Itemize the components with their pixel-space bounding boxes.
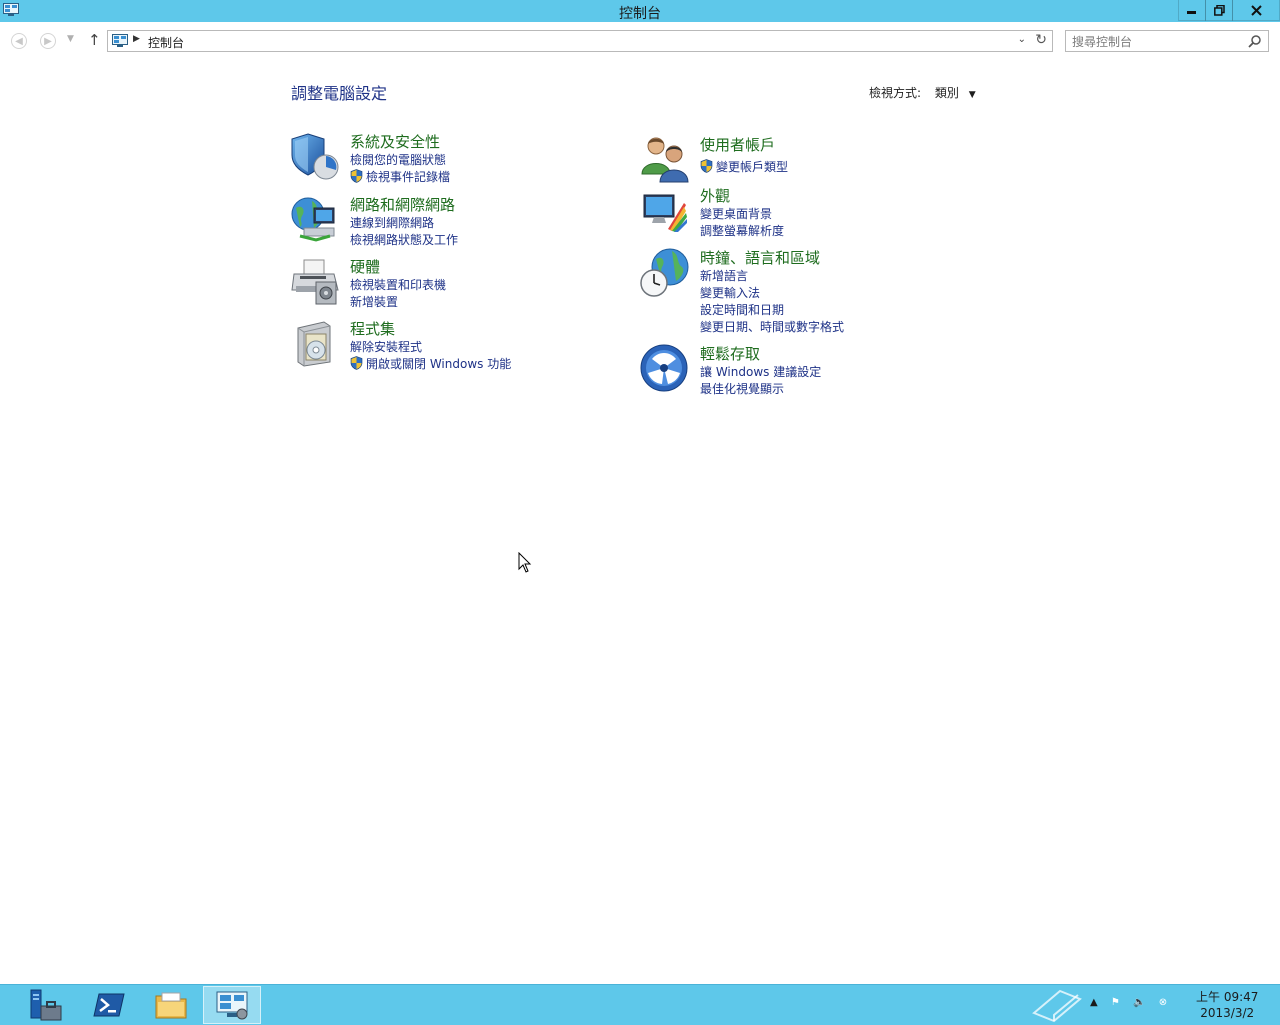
recent-locations-dropdown[interactable]: ▼ (67, 34, 74, 44)
link-turn-windows-features[interactable]: 開啟或關閉 Windows 功能 (350, 355, 511, 372)
link-set-time-date[interactable]: 設定時間和日期 (700, 301, 784, 318)
uac-shield-icon (350, 356, 363, 370)
category-heading-hardware[interactable]: 硬體 (350, 256, 380, 277)
clock-globe-icon (640, 248, 689, 297)
ease-of-access-icon (640, 344, 688, 392)
minimize-icon (1187, 11, 1196, 14)
system-tray: ▲ ⚑ 🔈 ⊗ (1090, 997, 1167, 1008)
forward-button[interactable]: ▶ (40, 33, 56, 49)
close-button[interactable] (1232, 0, 1280, 21)
search-input[interactable] (1070, 32, 1244, 52)
taskbar-powershell[interactable] (80, 986, 138, 1024)
category-heading-network-internet[interactable]: 網路和網際網路 (350, 194, 455, 215)
link-label: 檢視事件記錄檔 (366, 170, 451, 184)
breadcrumb-separator-icon[interactable]: ▶ (133, 34, 140, 44)
view-by-label: 檢視方式: (869, 86, 922, 100)
category-heading-clock-language-region[interactable]: 時鐘、語言和區域 (700, 247, 820, 268)
control-panel-icon (216, 991, 248, 1020)
restore-button[interactable] (1205, 0, 1233, 21)
category-heading-system-security[interactable]: 系統及安全性 (350, 131, 440, 152)
category-ease-of-access: 輕鬆存取 讓 Windows 建議設定 最佳化視覺顯示 (640, 343, 940, 398)
back-arrow-icon: ◀ (15, 35, 23, 47)
printer-icon (291, 259, 339, 305)
restore-icon (1213, 4, 1225, 16)
link-change-input-method[interactable]: 變更輸入法 (700, 284, 760, 301)
category-heading-programs[interactable]: 程式集 (350, 318, 395, 339)
category-network-internet: 網路和網際網路 連線到網際網路 檢視網路狀態及工作 (290, 194, 590, 249)
security-shield-icon (291, 133, 339, 180)
category-hardware: 硬體 檢視裝置和印表機 新增裝置 (290, 256, 590, 311)
network-icon[interactable]: ⊗ (1159, 997, 1167, 1008)
link-uninstall-program[interactable]: 解除安裝程式 (350, 338, 422, 355)
address-dropdown-icon[interactable]: ⌄ (1018, 34, 1026, 45)
clock-date: 2013/3/2 (1200, 1006, 1255, 1020)
programs-icon (297, 321, 331, 367)
refresh-icon[interactable]: ↻ (1035, 32, 1047, 48)
taskbar-file-explorer[interactable] (142, 986, 200, 1024)
link-change-date-time-number-format[interactable]: 變更日期、時間或數字格式 (700, 318, 844, 335)
category-heading-ease-of-access[interactable]: 輕鬆存取 (700, 343, 760, 364)
category-system-security: 系統及安全性 檢閱您的電腦狀態 檢視事件記錄檔 (290, 131, 590, 186)
category-heading-appearance[interactable]: 外觀 (700, 185, 730, 206)
taskbar-server-manager[interactable] (16, 986, 74, 1024)
control-panel-icon (112, 34, 128, 47)
taskbar-clock[interactable]: 上午 09:47 2013/3/2 (1196, 989, 1258, 1021)
view-by-dropdown[interactable]: 類別 (935, 86, 959, 100)
dropdown-arrow-icon[interactable]: ▼ (969, 90, 976, 100)
up-arrow-icon: ↑ (88, 31, 101, 49)
action-center-icon[interactable]: ⚑ (1111, 997, 1120, 1008)
link-change-account-type[interactable]: 變更帳戶類型 (700, 158, 788, 175)
category-programs: 程式集 解除安裝程式 開啟或關閉 Windows 功能 (290, 318, 620, 373)
link-label: 變更帳戶類型 (716, 160, 789, 174)
server-manager-icon (30, 989, 62, 1021)
link-view-network-status[interactable]: 檢視網路狀態及工作 (350, 231, 458, 248)
navigation-bar: ◀ ▶ ▼ ↑ ▶ 控制台 ⌄ ↻ (0, 22, 1280, 60)
folder-icon (155, 992, 187, 1019)
mouse-cursor-icon (518, 552, 532, 573)
clock-time: 上午 09:47 (1196, 990, 1259, 1004)
view-by-control: 檢視方式: 類別 ▼ (869, 84, 976, 101)
taskbar: ▲ ⚑ 🔈 ⊗ 上午 09:47 2013/3/2 (0, 984, 1280, 1025)
uac-shield-icon (350, 169, 363, 183)
close-icon (1250, 4, 1262, 16)
network-globe-icon (291, 197, 335, 242)
link-optimize-visual-display[interactable]: 最佳化視覺顯示 (700, 380, 784, 397)
minimize-button[interactable] (1178, 0, 1206, 21)
link-label: 開啟或關閉 Windows 功能 (366, 357, 512, 371)
volume-icon[interactable]: 🔈 (1133, 997, 1145, 1008)
back-button[interactable]: ◀ (11, 33, 27, 49)
link-let-windows-suggest[interactable]: 讓 Windows 建議設定 (700, 363, 821, 380)
search-box[interactable] (1065, 30, 1269, 52)
category-appearance: 外觀 變更桌面背景 調整螢幕解析度 (640, 185, 940, 240)
link-adjust-screen-resolution[interactable]: 調整螢幕解析度 (700, 222, 784, 239)
show-hidden-icons-icon[interactable]: ▲ (1090, 997, 1098, 1008)
title-bar: 控制台 (0, 0, 1280, 22)
address-bar[interactable]: ▶ 控制台 ⌄ ↻ (107, 30, 1053, 52)
window-title: 控制台 (619, 6, 661, 22)
breadcrumb[interactable]: 控制台 (148, 34, 184, 51)
category-heading-user-accounts[interactable]: 使用者帳戶 (700, 134, 775, 155)
forward-arrow-icon: ▶ (44, 35, 52, 47)
link-change-desktop-background[interactable]: 變更桌面背景 (700, 205, 772, 222)
users-icon (641, 137, 689, 183)
powershell-icon (93, 993, 125, 1017)
link-review-computer-status[interactable]: 檢閱您的電腦狀態 (350, 151, 446, 168)
watermark-book-icon (1032, 989, 1082, 1023)
appearance-icon (643, 194, 687, 232)
category-user-accounts: 使用者帳戶 變更帳戶類型 (640, 134, 940, 189)
taskbar-control-panel[interactable] (203, 986, 261, 1024)
link-add-language[interactable]: 新增語言 (700, 267, 748, 284)
link-connect-to-internet[interactable]: 連線到網際網路 (350, 214, 434, 231)
category-clock-language-region: 時鐘、語言和區域 新增語言 變更輸入法 設定時間和日期 變更日期、時間或數字格式 (640, 247, 960, 337)
search-icon[interactable] (1248, 34, 1262, 48)
page-title: 調整電腦設定 (291, 84, 388, 103)
up-button[interactable]: ↑ (88, 31, 101, 49)
uac-shield-icon (700, 159, 713, 173)
link-view-event-logs[interactable]: 檢視事件記錄檔 (350, 168, 450, 185)
link-add-device[interactable]: 新增裝置 (350, 293, 398, 310)
link-view-devices-printers[interactable]: 檢視裝置和印表機 (350, 276, 446, 293)
